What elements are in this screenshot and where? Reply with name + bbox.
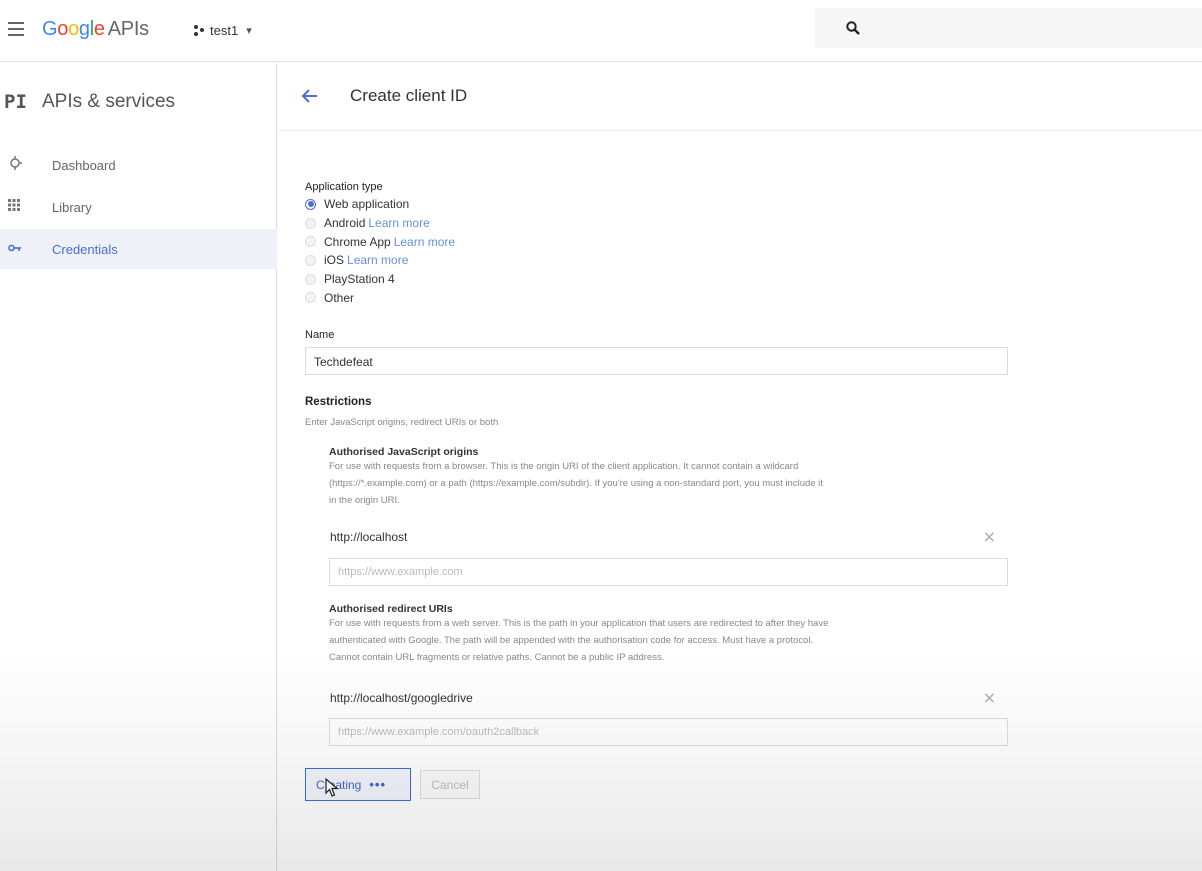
radio-icon[interactable] bbox=[305, 292, 316, 304]
remove-origin-icon[interactable]: × bbox=[983, 527, 996, 546]
sidebar-item-label: Credentials bbox=[52, 241, 118, 257]
remove-redirect-icon[interactable]: × bbox=[983, 688, 996, 707]
sidebar-item-credentials[interactable]: Credentials bbox=[0, 229, 277, 269]
radio-label: Other bbox=[324, 290, 355, 305]
sidebar-title: PI APIs & services bbox=[0, 87, 175, 117]
mouse-pointer-icon bbox=[325, 778, 339, 797]
sidebar-item-library[interactable]: Library bbox=[0, 187, 277, 227]
radio-label: Android bbox=[324, 216, 366, 231]
radio-label: Web application bbox=[324, 197, 410, 212]
cancel-button[interactable]: Cancel bbox=[420, 770, 480, 799]
radio-icon[interactable] bbox=[305, 254, 316, 266]
restrictions-label: Restrictions bbox=[305, 396, 372, 408]
name-input[interactable]: Techdefeat bbox=[305, 347, 1008, 375]
application-type-label: Application type bbox=[305, 181, 383, 193]
google-apis-logo[interactable]: Google APIs bbox=[42, 18, 149, 41]
chevron-down-icon: ▾ bbox=[246, 25, 252, 37]
radio-ios[interactable]: iOS Learn more bbox=[305, 251, 1025, 270]
search-bar[interactable] bbox=[815, 8, 1202, 48]
learn-more-link[interactable]: Learn more bbox=[368, 216, 429, 230]
redirect-uri-value: http://localhost/googledrive bbox=[330, 691, 473, 705]
radio-selected-icon[interactable] bbox=[305, 198, 316, 210]
project-icon bbox=[194, 24, 206, 37]
radio-playstation-4[interactable]: PlayStation 4 bbox=[305, 270, 1025, 289]
sidebar-title-text: APIs & services bbox=[42, 91, 176, 112]
radio-chrome-app[interactable]: Chrome App Learn more bbox=[305, 232, 1025, 251]
sidebar: PI APIs & services Dashboard Library Cre… bbox=[0, 63, 277, 871]
radio-other[interactable]: Other bbox=[305, 288, 1025, 307]
js-origin-value: http://localhost bbox=[330, 530, 408, 544]
js-origins-label: Authorised JavaScript origins bbox=[329, 446, 479, 458]
radio-label: Chrome App bbox=[324, 234, 391, 249]
loading-dots-icon: ••• bbox=[369, 777, 387, 792]
page-header: Create client ID bbox=[278, 63, 1202, 131]
dashboard-icon bbox=[0, 155, 52, 175]
learn-more-link[interactable]: Learn more bbox=[394, 235, 455, 249]
back-arrow-icon[interactable] bbox=[300, 86, 320, 106]
radio-icon[interactable] bbox=[305, 217, 316, 229]
sidebar-item-label: Library bbox=[52, 199, 92, 215]
radio-label: iOS bbox=[324, 253, 345, 268]
description-line: Cannot contain URL fragments or relative… bbox=[329, 652, 665, 663]
redirect-uris-label: Authorised redirect URIs bbox=[329, 603, 453, 615]
description-line: (https://*.example.com) or a path (https… bbox=[329, 478, 823, 489]
restrictions-hint: Enter JavaScript origins, redirect URIs … bbox=[305, 417, 499, 428]
page-title: Create client ID bbox=[350, 86, 468, 105]
description-line: For use with requests from a web server.… bbox=[329, 618, 829, 629]
radio-web-application[interactable]: Web application bbox=[305, 195, 1025, 214]
sidebar-item-dashboard[interactable]: Dashboard bbox=[0, 145, 277, 185]
radio-android[interactable]: Android Learn more bbox=[305, 214, 1025, 233]
radio-label: PlayStation 4 bbox=[324, 272, 395, 287]
logo-apis-text: APIs bbox=[107, 18, 149, 40]
key-icon bbox=[0, 240, 52, 258]
radio-icon[interactable] bbox=[305, 236, 316, 248]
description-line: authenticated with Google. The path will… bbox=[329, 635, 814, 646]
sidebar-item-label: Dashboard bbox=[52, 157, 116, 173]
top-bar: Google APIs test1 ▾ bbox=[0, 0, 1202, 62]
library-icon bbox=[0, 198, 52, 216]
search-icon[interactable] bbox=[845, 20, 861, 36]
logo-google-text: Google bbox=[42, 18, 105, 40]
name-label: Name bbox=[305, 329, 335, 341]
application-type-section: Application type Web application Android… bbox=[305, 140, 1025, 307]
learn-more-link[interactable]: Learn more bbox=[347, 253, 408, 267]
hamburger-menu-icon[interactable] bbox=[8, 22, 24, 36]
js-origin-entry[interactable]: http://localhost × bbox=[320, 523, 1010, 551]
api-logo-icon: PI bbox=[4, 91, 27, 113]
redirect-uri-entry[interactable]: http://localhost/googledrive × bbox=[320, 684, 1010, 712]
description-line: in the origin URI. bbox=[329, 495, 400, 506]
redirect-uri-input[interactable]: https://www.example.com/oauth2callback bbox=[329, 718, 1008, 746]
application-type-radio-group: Web application Android Learn more Chrom… bbox=[305, 195, 1025, 307]
radio-icon[interactable] bbox=[305, 273, 316, 285]
description-line: For use with requests from a browser. Th… bbox=[329, 461, 799, 472]
project-name: test1 bbox=[210, 23, 239, 38]
create-button[interactable]: Creating ••• bbox=[305, 768, 411, 801]
redirect-uris-description: For use with requests from a web server.… bbox=[329, 615, 1019, 666]
js-origin-input[interactable]: https://www.example.com bbox=[329, 558, 1008, 586]
js-origins-description: For use with requests from a browser. Th… bbox=[329, 458, 1019, 509]
project-selector[interactable]: test1 ▾ bbox=[194, 23, 252, 38]
